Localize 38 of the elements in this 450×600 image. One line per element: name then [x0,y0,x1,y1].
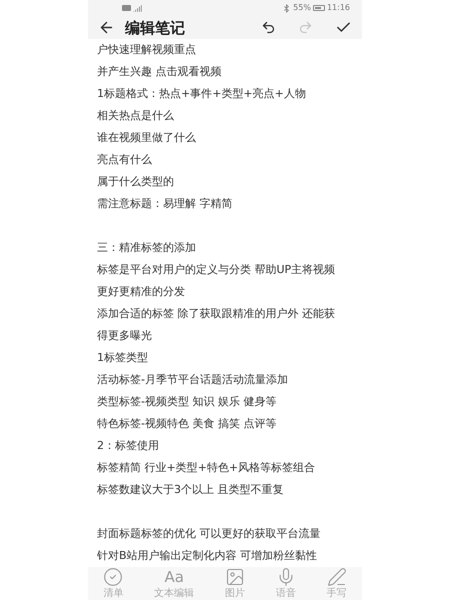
note-line: 谁在视频里做了什么 [97,130,197,146]
note-line: 更好更精准的分发 [97,284,186,300]
note-line: 标签数建议大于3个以上 且类型不重复 [97,482,284,498]
note-line: 1标签类型 [97,350,149,366]
toolbar-button[interactable]: 手写 [326,567,347,600]
pen-icon [326,567,347,587]
clock-time: 11:16 [326,2,350,14]
toolbar-button[interactable]: Aa 文本编辑 [154,567,194,600]
toolbar-button[interactable]: 图片 [224,567,245,600]
bluetooth-icon [282,4,292,13]
image-icon [224,567,245,587]
undo-button[interactable] [261,20,276,36]
note-line: 相关热点是什么 [97,108,175,124]
note-line: 活动标签-月季节平台话题活动流量添加 [97,372,289,388]
note-line: 属于什么类型的 [97,174,175,190]
toolbar-button[interactable]: 清单 [103,567,124,600]
note-line: 类型标签-视频类型 知识 娱乐 健身等 [97,394,278,410]
signal-icon [133,4,142,13]
note-line: 需注意标题：易理解 字精简 [97,196,234,212]
battery-percent: 55% [293,2,311,14]
text-format-icon: Aa [164,567,184,587]
check-circle-icon [103,567,124,587]
note-line: 添加合适的标签 除了获取跟精准的用户外 还能获 [97,306,336,322]
toolbar-button[interactable]: 语音 [276,567,296,600]
note-line: 亮点有什么 [97,152,153,168]
note-line: 得更多曝光 [97,328,153,344]
note-line: 三：精准标签的添加 [97,240,197,256]
note-line: 户快速理解视频重点 [97,42,197,58]
note-line: 并产生兴趣 点击观看视频 [97,64,222,80]
note-line: 2：标签使用 [97,438,160,454]
note-line: 标签精简 行业+类型+特色+风格等标签组合 [97,460,316,476]
note-line: 特色标签-视频特色 美食 搞笑 点评等 [97,416,278,432]
note-line: 标签是平台对用户的定义与分类 帮助UP主将视频 [97,262,336,278]
page-title: 编辑笔记 [125,18,185,38]
note-line: 针对B站用户输出定制化内容 可增加粉丝黏性 [97,548,318,564]
note-line: 封面标题标签的优化 可以更好的获取平台流量 [97,526,322,542]
note-line: 1标题格式：热点+事件+类型+亮点+人物 [97,86,307,102]
battery-icon [312,5,325,12]
